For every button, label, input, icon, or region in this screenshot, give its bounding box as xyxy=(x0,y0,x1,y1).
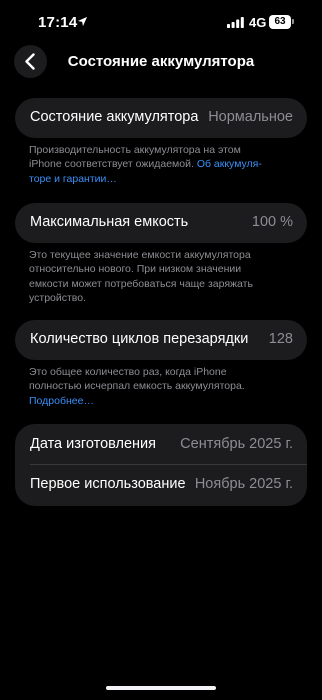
footnote-line: Подробнее… xyxy=(29,394,299,408)
cycle-count-footnote: Это общее количество раз, когда iPhone п… xyxy=(29,365,299,408)
first-use-value: Ноябрь 2025 г. xyxy=(194,476,293,492)
manufacture-date-row: Дата изготовления Сентябрь 2025 г. xyxy=(15,424,307,465)
battery-level: 63 xyxy=(274,16,286,27)
location-arrow-icon xyxy=(77,16,88,27)
learn-more-link[interactable]: Подробнее… xyxy=(29,395,94,407)
footnote-line: емкости может потребоваться чаще заряжат… xyxy=(29,277,253,290)
manufacture-date-value: Сентябрь 2025 г. xyxy=(180,436,293,452)
battery-nub xyxy=(292,19,294,24)
battery-state-label: Состояние аккумулятора xyxy=(30,109,199,125)
home-indicator[interactable] xyxy=(106,686,216,690)
footnote-line: относительно нового. При низком значении xyxy=(29,263,242,276)
footnote-line: iPhone соответствует ожидаемой. Об аккум… xyxy=(29,157,299,171)
max-capacity-card: Максимальная емкость 100 % xyxy=(15,203,307,243)
max-capacity-label: Максимальная емкость xyxy=(30,214,189,230)
first-use-label: Первое использование xyxy=(30,476,186,492)
battery-warranty-link-continued[interactable]: торе и гарантии… xyxy=(29,173,117,185)
page-title: Состояние аккумулятора xyxy=(67,53,255,70)
footnote-text: iPhone соответствует ожидаемой. xyxy=(29,158,197,171)
dates-card: Дата изготовления Сентябрь 2025 г. Перво… xyxy=(15,424,307,506)
network-type-label: 4G xyxy=(249,15,267,30)
cellular-signal-icon xyxy=(227,17,244,28)
footnote-line: устройство. xyxy=(29,291,87,304)
cycle-count-card: Количество циклов перезарядки 128 xyxy=(15,320,307,360)
max-capacity-row: Максимальная емкость 100 % xyxy=(15,203,307,243)
status-time: 17:14 xyxy=(38,14,78,31)
footnote-line: торе и гарантии… xyxy=(29,172,299,186)
footnote-line: Это общее количество раз, когда iPhone xyxy=(29,366,227,378)
footnote-line: Это текущее значение емкости аккумулятор… xyxy=(29,249,251,261)
battery-state-value: Нормальное xyxy=(208,109,293,125)
max-capacity-footnote: Это текущее значение емкости аккумулятор… xyxy=(29,248,299,305)
footnote-line: полностью исчерпал емкость аккумулятора. xyxy=(29,380,245,393)
cycle-count-row: Количество циклов перезарядки 128 xyxy=(15,320,307,360)
cycle-count-label: Количество циклов перезарядки xyxy=(30,331,249,347)
battery-state-card: Состояние аккумулятора Нормальное xyxy=(15,98,307,138)
cycle-count-value: 128 xyxy=(268,331,293,347)
manufacture-date-label: Дата изготовления xyxy=(30,436,156,452)
status-bar: 17:14 4G 63 xyxy=(0,0,322,44)
battery-state-row: Состояние аккумулятора Нормальное xyxy=(15,98,307,138)
max-capacity-value: 100 % xyxy=(251,214,293,230)
battery-state-footnote: Производительность аккумулятора на этом … xyxy=(29,143,299,186)
battery-icon: 63 xyxy=(269,15,291,29)
first-use-row: Первое использование Ноябрь 2025 г. xyxy=(15,465,307,506)
battery-warranty-link[interactable]: Об аккумуля- xyxy=(197,158,262,170)
footnote-line: Производительность аккумулятора на этом xyxy=(29,144,241,156)
